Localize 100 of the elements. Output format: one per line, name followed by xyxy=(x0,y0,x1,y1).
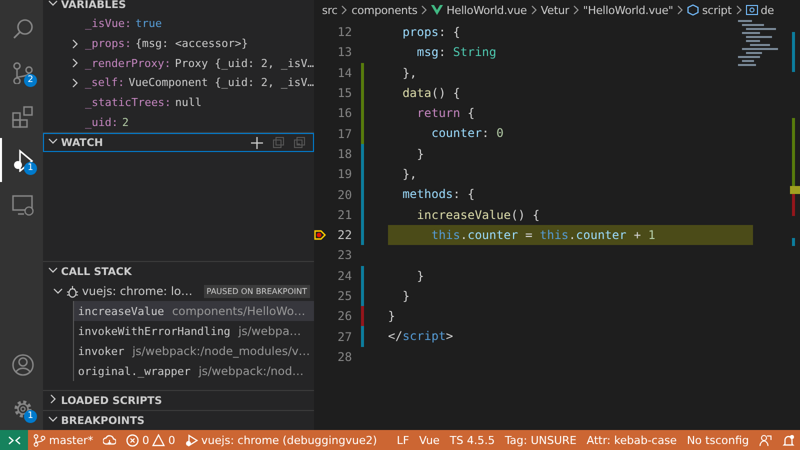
breadcrumb-item[interactable]: components xyxy=(351,4,418,16)
code-line: this.counter = this.counter + 1 xyxy=(430,228,656,242)
chevron-down-icon[interactable] xyxy=(48,414,58,424)
line-number: 15 xyxy=(336,86,352,100)
code-line: }, xyxy=(401,167,417,182)
line-number: 22 xyxy=(336,228,352,242)
breadcrumb-item[interactable]: Vetur xyxy=(540,4,570,16)
branch-icon xyxy=(33,434,46,446)
chevron-right-icon[interactable] xyxy=(71,58,80,68)
code-line: } xyxy=(401,288,410,303)
variable-name: _self: xyxy=(84,76,125,90)
search-icon[interactable] xyxy=(11,16,34,40)
code-line: } xyxy=(416,146,424,161)
breakpoint-icon[interactable] xyxy=(314,229,326,242)
breadcrumb-item[interactable]: "HelloWorld.vue" xyxy=(583,4,674,16)
chevron-down-icon[interactable] xyxy=(53,286,63,296)
cloud-sync-icon[interactable] xyxy=(103,434,116,446)
code-line: data() { xyxy=(401,86,460,100)
chevron-right-icon xyxy=(530,5,538,15)
chevron-right-icon xyxy=(340,5,348,15)
feedback-icon[interactable] xyxy=(759,434,772,446)
chevron-right-icon xyxy=(420,5,428,15)
branch-icon[interactable] xyxy=(11,60,34,84)
variable-value: true xyxy=(135,17,162,30)
line-number: 19 xyxy=(336,167,352,182)
line-number: 20 xyxy=(336,188,352,202)
code-line: return { xyxy=(416,106,475,120)
chevron-right-icon[interactable] xyxy=(48,394,58,404)
code-line: } xyxy=(388,309,396,324)
variable-value: 2 xyxy=(122,116,129,129)
code-line: } xyxy=(416,268,424,283)
section-header[interactable]: WATCH xyxy=(61,136,104,149)
bell-icon[interactable] xyxy=(782,434,795,446)
line-number: 23 xyxy=(336,248,352,262)
code-line: </script> xyxy=(388,329,454,344)
code-line: msg: String xyxy=(416,45,496,60)
branch-button[interactable]: master* xyxy=(28,430,98,450)
debug-icon[interactable] xyxy=(11,148,34,172)
line-number: 21 xyxy=(336,208,352,222)
section-header[interactable]: LOADED SCRIPTS xyxy=(61,394,162,406)
error-icon xyxy=(126,434,140,446)
variable-name: _uid: xyxy=(85,116,118,129)
status-item[interactable]: LF xyxy=(392,430,414,450)
chevron-down-icon[interactable] xyxy=(48,136,58,146)
extensions-icon[interactable] xyxy=(11,104,34,128)
line-number: 27 xyxy=(336,330,352,344)
remote-button[interactable] xyxy=(0,430,28,450)
stack-frame[interactable]: increaseValue components/HelloWo… xyxy=(73,301,314,321)
status-item[interactable]: No tsconfig xyxy=(682,430,754,450)
code-line: methods: { xyxy=(401,187,475,202)
line-number: 13 xyxy=(336,45,352,60)
variable-value: {msg: <accessor>} xyxy=(135,37,248,50)
variable-name: _props: xyxy=(85,37,132,50)
debug-launch-button[interactable]: vuejs: chrome (debuggingvue2) xyxy=(180,430,382,450)
problems-button[interactable]: 0 0 xyxy=(121,430,180,450)
chevron-right-icon xyxy=(734,5,743,15)
bug-icon xyxy=(66,284,79,298)
count-badge: 1 xyxy=(24,162,37,175)
chevron-right-icon[interactable] xyxy=(71,38,80,49)
status-badge: PAUSED ON BREAKPOINT xyxy=(204,284,310,298)
remote-explorer-icon[interactable] xyxy=(11,192,34,216)
chevron-right-icon xyxy=(676,5,684,15)
status-item[interactable]: Vue xyxy=(414,430,445,450)
line-number: 14 xyxy=(336,66,352,80)
section-header[interactable]: CALL STACK xyxy=(61,266,132,278)
chevron-down-icon[interactable] xyxy=(48,265,58,275)
account-icon[interactable] xyxy=(11,352,34,376)
section-header[interactable]: BREAKPOINTS xyxy=(61,414,145,426)
debug-icon xyxy=(185,434,198,446)
status-item[interactable]: TS 4.5.5 xyxy=(444,430,500,450)
chevron-down-icon[interactable] xyxy=(48,0,58,8)
count-badge: 1 xyxy=(24,410,37,423)
variable-icon xyxy=(746,4,758,16)
breadcrumb-item[interactable]: script xyxy=(702,4,732,16)
line-number: 16 xyxy=(336,106,352,120)
variable-value: Proxy {_uid: 2, _isV… xyxy=(174,56,314,70)
variable-name: _renderProxy: xyxy=(84,56,171,70)
line-number: 12 xyxy=(336,25,352,40)
line-number: 18 xyxy=(336,146,352,161)
code-line: counter: 0 xyxy=(430,126,504,140)
debug-session-label[interactable]: vuejs: chrome: lo… xyxy=(82,284,193,298)
variable-name: _staticTrees: xyxy=(85,96,172,110)
count-badge: 2 xyxy=(24,74,37,87)
warning-icon xyxy=(152,434,166,446)
status-item[interactable]: Tag: UNSURE xyxy=(500,430,582,450)
breadcrumb-item[interactable]: de xyxy=(760,4,774,16)
breadcrumb-item[interactable]: HelloWorld.vue xyxy=(446,4,527,16)
chevron-right-icon xyxy=(572,5,580,15)
cube-icon xyxy=(687,4,700,16)
section-header[interactable]: VARIABLES xyxy=(61,0,126,10)
variable-value: VueComponent {_uid: 2, _isV… xyxy=(128,76,314,90)
variable-value: null xyxy=(175,96,202,110)
line-number: 17 xyxy=(336,126,352,141)
vue-logo-icon xyxy=(431,4,444,16)
status-item[interactable]: Attr: kebab-case xyxy=(582,430,682,450)
plus-icon[interactable] xyxy=(251,136,263,149)
code-line: }, xyxy=(401,66,417,80)
chevron-right-icon[interactable] xyxy=(71,78,80,88)
line-number: 24 xyxy=(336,268,352,283)
breadcrumb-item[interactable]: src xyxy=(322,4,338,16)
